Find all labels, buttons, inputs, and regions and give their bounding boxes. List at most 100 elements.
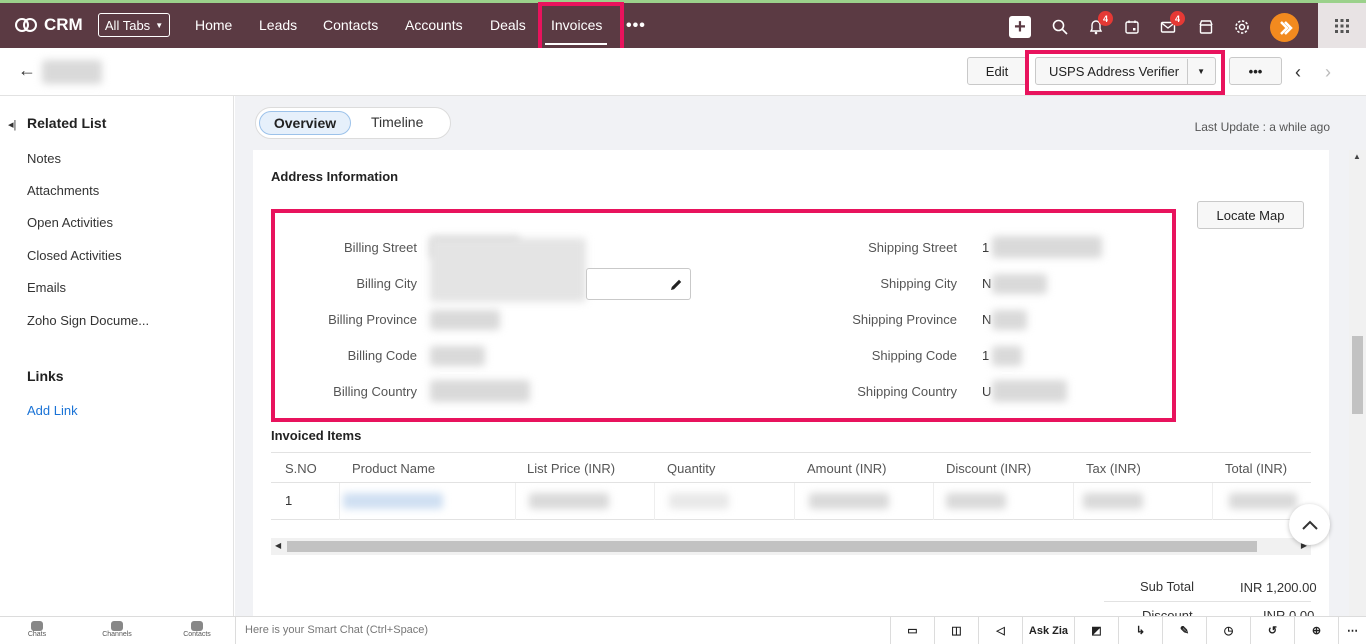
shipping-street-value-redacted[interactable] [992,236,1102,258]
caret-down-icon[interactable]: ▼ [1197,67,1205,76]
tab-timeline[interactable]: Timeline [371,114,423,130]
billing-country-value-redacted[interactable] [430,380,530,402]
billing-country-label: Billing Country [333,384,417,399]
billing-code-label: Billing Code [347,348,417,363]
chevron-right-icon [1279,20,1293,35]
vertical-scrollbar[interactable]: ▲ [1349,150,1366,620]
address-information-title: Address Information [271,169,399,184]
related-item-open-activities[interactable]: Open Activities [27,215,113,230]
mail-icon[interactable]: 4 [1158,11,1185,37]
related-item-notes[interactable]: Notes [27,151,61,166]
table-horizontal-scrollbar[interactable]: ◀ ▶ [271,538,1311,555]
discount-redacted [946,493,1006,509]
related-item-attachments[interactable]: Attachments [27,183,99,198]
related-item-zoho-sign[interactable]: Zoho Sign Docume... [27,313,149,328]
mail-badge: 4 [1170,11,1185,26]
horizontal-scroll-thumb[interactable] [287,541,1257,552]
sub-total-value: INR 1,200.00 [1240,580,1317,595]
ask-zia-button[interactable]: Ask Zia [1022,617,1074,644]
row-sno: 1 [285,493,293,508]
locate-map-button[interactable]: Locate Map [1197,201,1304,229]
total-redacted [1229,493,1297,509]
accessibility-icon[interactable]: ⊕ [1294,617,1338,644]
user-avatar[interactable] [1270,13,1299,42]
bottom-bar: Chats Channels Contacts Here is your Sma… [0,616,1366,644]
zia-voice-icon[interactable]: ✎ [1162,617,1206,644]
shipping-province-value-redacted[interactable] [992,310,1027,330]
all-tabs-label: All Tabs [104,17,151,33]
product-name-redacted[interactable] [343,493,443,509]
shipping-city-value-prefix: N [982,276,992,291]
tab-contacts[interactable]: Contacts [323,17,378,33]
channels-icon [111,621,123,631]
calendar-icon[interactable] [1122,17,1142,37]
more-tools-icon[interactable]: ⋯ [1338,617,1366,644]
related-item-emails[interactable]: Emails [27,280,66,295]
tab-deals[interactable]: Deals [490,17,526,33]
col-discount: Discount (INR) [946,461,1032,476]
search-icon[interactable] [1050,17,1070,37]
create-new-button[interactable]: + [1009,16,1031,38]
settings-gear-icon[interactable] [1232,17,1252,37]
alarm-clock-icon[interactable]: ◷ [1206,617,1250,644]
scroll-left-arrow-icon[interactable]: ◀ [275,541,281,550]
history-icon[interactable]: ↺ [1250,617,1294,644]
more-actions-button[interactable]: ••• [1229,57,1282,85]
cell-divider [933,483,934,520]
chats-button[interactable]: Chats [12,621,62,638]
tab-home[interactable]: Home [195,17,232,33]
scroll-up-arrow-icon[interactable]: ▲ [1353,152,1361,161]
vertical-scroll-thumb[interactable] [1352,336,1363,414]
shipping-street-label: Shipping Street [868,240,957,255]
tab-invoices[interactable]: Invoices [551,17,602,33]
cell-divider [794,483,795,520]
shipping-code-label: Shipping Code [871,348,957,363]
active-tab-indicator [545,43,607,45]
smart-chat-input[interactable]: Here is your Smart Chat (Ctrl+Space) [235,617,890,644]
notifications-icon[interactable]: 4 [1086,11,1113,37]
edit-button[interactable]: Edit [967,57,1027,85]
shipping-province-value-prefix: N [982,312,992,327]
broadcast-icon[interactable]: ◫ [934,617,978,644]
next-record-icon[interactable]: › [1325,62,1331,83]
shipping-street-value-prefix: 1 [982,240,990,255]
follow-up-icon[interactable]: ↳ [1118,617,1162,644]
related-list-title: Related List [27,115,107,131]
more-tabs-button[interactable]: ••• [626,17,646,35]
pencil-icon[interactable] [670,278,683,291]
shipping-code-value-redacted[interactable] [992,346,1022,366]
usps-address-verifier-button[interactable]: USPS Address Verifier ▼ [1035,57,1216,85]
col-total: Total (INR) [1225,461,1288,476]
shipping-country-value-redacted[interactable] [992,380,1067,402]
scroll-to-top-button[interactable] [1289,504,1330,545]
zia-insights-icon[interactable]: ◩ [1074,617,1118,644]
shipping-code-value-prefix: 1 [982,348,990,363]
marketplace-icon[interactable] [1196,17,1216,37]
shipping-city-value-redacted[interactable] [992,274,1047,294]
channels-button[interactable]: Channels [92,621,142,638]
announcement-icon[interactable]: ◁ [978,617,1022,644]
contacts-icon [191,621,203,631]
all-tabs-button[interactable]: All Tabs ▼ [98,13,170,37]
billing-province-value-redacted[interactable] [430,310,500,330]
billing-city-inline-edit[interactable] [586,268,691,300]
table-row[interactable]: 1 [271,483,1311,520]
col-quantity: Quantity [667,461,716,476]
tab-accounts[interactable]: Accounts [405,17,463,33]
back-arrow-icon[interactable]: ← [18,60,36,81]
related-item-closed-activities[interactable]: Closed Activities [27,248,122,263]
channels-label: Channels [102,631,132,638]
chevron-up-icon [1301,520,1318,530]
previous-record-icon[interactable]: ‹ [1295,62,1301,83]
tab-overview[interactable]: Overview [259,111,351,135]
usps-label: USPS Address Verifier [1049,63,1180,79]
screen-share-icon[interactable]: ▭ [890,617,934,644]
add-link[interactable]: Add Link [27,403,78,418]
contacts-button[interactable]: Contacts [172,621,222,638]
billing-code-value-redacted[interactable] [430,346,485,366]
billing-address-redacted-block [430,238,586,302]
crm-logo[interactable]: CRM [14,15,83,35]
collapse-sidebar-icon[interactable]: ◂| [8,118,16,131]
tab-leads[interactable]: Leads [259,17,297,33]
app-grid-button[interactable] [1318,3,1366,48]
